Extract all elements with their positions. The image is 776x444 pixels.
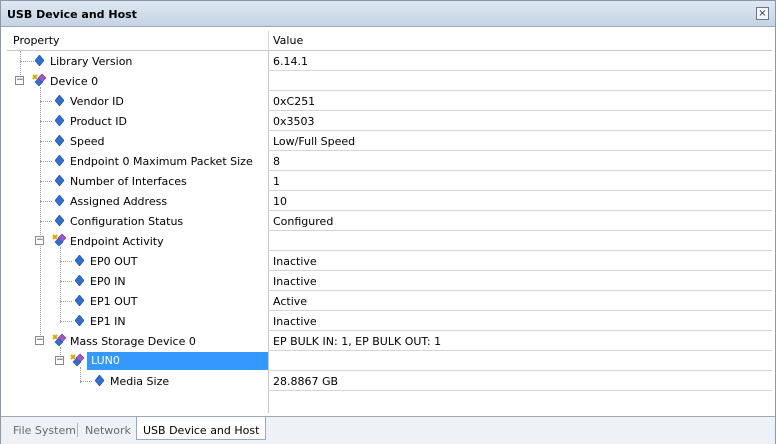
diamond-icon bbox=[55, 135, 64, 146]
table-row[interactable]: EP0 IN Inactive bbox=[7, 271, 772, 291]
tree-line bbox=[60, 281, 72, 282]
folder-props-icon bbox=[70, 353, 85, 367]
collapse-toggle[interactable]: − bbox=[35, 236, 44, 245]
property-value: Low/Full Speed bbox=[273, 135, 356, 148]
table-row[interactable]: − Endpoint Activity bbox=[7, 231, 772, 251]
table-row[interactable]: Product ID 0x3503 bbox=[7, 111, 772, 131]
property-label: Library Version bbox=[50, 55, 133, 68]
property-label: EP0 OUT bbox=[90, 255, 138, 268]
tree-line bbox=[40, 121, 52, 122]
property-value: 8 bbox=[273, 155, 280, 168]
collapse-toggle[interactable]: − bbox=[55, 356, 64, 365]
property-label: Configuration Status bbox=[70, 215, 184, 228]
tree-line bbox=[60, 301, 72, 302]
diamond-icon bbox=[75, 295, 84, 306]
diamond-icon bbox=[75, 275, 84, 286]
tab-file-system[interactable]: File System bbox=[7, 421, 82, 441]
property-value: Inactive bbox=[273, 275, 317, 288]
row-divider bbox=[268, 390, 772, 391]
column-separator[interactable] bbox=[268, 31, 269, 51]
property-label: Product ID bbox=[70, 115, 127, 128]
tab-bar: File System Network USB Device and Host bbox=[1, 416, 775, 444]
tab-separator bbox=[77, 423, 78, 437]
collapse-toggle[interactable]: − bbox=[15, 76, 24, 85]
collapse-toggle[interactable]: − bbox=[35, 336, 44, 345]
tab-network[interactable]: Network bbox=[79, 421, 137, 441]
value-column-header[interactable]: Value bbox=[273, 34, 303, 47]
tree-line bbox=[40, 181, 52, 182]
diamond-icon bbox=[55, 215, 64, 226]
diamond-icon bbox=[55, 155, 64, 166]
table-row[interactable]: Vendor ID 0xC251 bbox=[7, 91, 772, 111]
table-row[interactable]: EP0 OUT Inactive bbox=[7, 251, 772, 271]
property-value: 6.14.1 bbox=[273, 55, 308, 68]
property-value: Inactive bbox=[273, 255, 317, 268]
folder-props-icon bbox=[52, 333, 67, 347]
group-label: Mass Storage Device 0 bbox=[70, 335, 196, 348]
group-label: Device 0 bbox=[50, 75, 99, 88]
property-value: Active bbox=[273, 295, 308, 308]
close-button[interactable]: × bbox=[756, 7, 769, 20]
property-label: Endpoint 0 Maximum Packet Size bbox=[70, 155, 253, 168]
tree-line bbox=[60, 321, 72, 322]
property-label: EP1 IN bbox=[90, 315, 126, 328]
usb-device-host-window: USB Device and Host × Property Value Lib… bbox=[0, 0, 776, 444]
property-label: Assigned Address bbox=[70, 195, 168, 208]
column-header: Property Value bbox=[7, 31, 772, 51]
table-row[interactable]: EP1 IN Inactive bbox=[7, 311, 772, 331]
table-row[interactable]: Configuration Status Configured bbox=[7, 211, 772, 231]
tree-line bbox=[40, 141, 52, 142]
tree-line bbox=[40, 201, 52, 202]
diamond-icon bbox=[55, 95, 64, 106]
tree-line bbox=[40, 221, 52, 222]
tree-line bbox=[60, 261, 72, 262]
diamond-icon bbox=[95, 375, 104, 386]
tree-line bbox=[40, 101, 52, 102]
property-label: Number of Interfaces bbox=[70, 175, 187, 188]
diamond-icon bbox=[75, 255, 84, 266]
property-value: Configured bbox=[273, 215, 334, 228]
property-value: 0xC251 bbox=[273, 95, 316, 108]
table-row[interactable]: Assigned Address 10 bbox=[7, 191, 772, 211]
table-row[interactable]: EP1 OUT Active bbox=[7, 291, 772, 311]
property-value: 0x3503 bbox=[273, 115, 315, 128]
property-column-header[interactable]: Property bbox=[13, 34, 60, 47]
selected-group-label: LUN0 bbox=[87, 352, 268, 370]
title-bar[interactable]: USB Device and Host × bbox=[1, 1, 775, 27]
property-value: 10 bbox=[273, 195, 287, 208]
window-title: USB Device and Host bbox=[7, 8, 137, 21]
diamond-icon bbox=[75, 315, 84, 326]
diamond-icon bbox=[55, 115, 64, 126]
table-row[interactable]: Number of Interfaces 1 bbox=[7, 171, 772, 191]
property-label: Speed bbox=[70, 135, 105, 148]
table-row[interactable]: − LUN0 bbox=[7, 351, 772, 371]
property-label: EP0 IN bbox=[90, 275, 126, 288]
table-row[interactable]: − Device 0 bbox=[7, 71, 772, 91]
diamond-icon bbox=[35, 55, 44, 66]
diamond-icon bbox=[55, 175, 64, 186]
table-row[interactable]: Endpoint 0 Maximum Packet Size 8 bbox=[7, 151, 772, 171]
diamond-icon bbox=[55, 195, 64, 206]
property-value: EP BULK IN: 1, EP BULK OUT: 1 bbox=[273, 335, 442, 348]
table-row[interactable]: Media Size 28.8867 GB bbox=[7, 371, 772, 391]
table-row[interactable]: − Mass Storage Device 0 EP BULK IN: 1, E… bbox=[7, 331, 772, 351]
property-label: Vendor ID bbox=[70, 95, 124, 108]
table-row[interactable]: Library Version 6.14.1 bbox=[7, 51, 772, 71]
folder-props-icon bbox=[32, 73, 47, 87]
property-value: Inactive bbox=[273, 315, 317, 328]
property-grid: Library Version 6.14.1 − Device 0 Vendor… bbox=[7, 51, 772, 413]
folder-props-icon bbox=[52, 233, 67, 247]
tree-line bbox=[80, 381, 92, 382]
table-row[interactable]: Speed Low/Full Speed bbox=[7, 131, 772, 151]
group-label: Endpoint Activity bbox=[70, 235, 164, 248]
property-value: 28.8867 GB bbox=[273, 375, 339, 388]
property-label: EP1 OUT bbox=[90, 295, 138, 308]
tree-line bbox=[40, 161, 52, 162]
tab-usb-device-and-host[interactable]: USB Device and Host bbox=[136, 417, 267, 440]
property-label: Media Size bbox=[110, 375, 170, 388]
property-value: 1 bbox=[273, 175, 280, 188]
